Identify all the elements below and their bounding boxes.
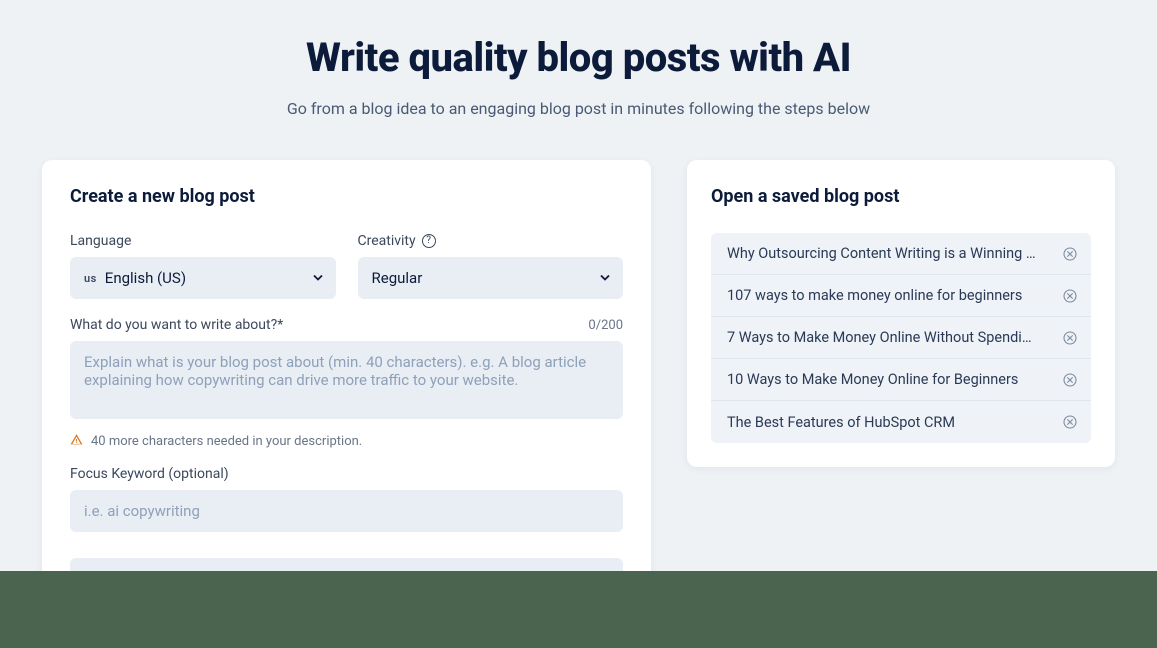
saved-item[interactable]: 7 Ways to Make Money Online Without Spen…	[711, 317, 1091, 359]
saved-item[interactable]: The Best Features of HubSpot CRM	[711, 401, 1091, 443]
char-count: 0/200	[588, 318, 623, 333]
flag-icon: us	[84, 272, 97, 285]
saved-item-title: Why Outsourcing Content Writing is a Win…	[727, 245, 1037, 262]
saved-item-title: The Best Features of HubSpot CRM	[727, 414, 955, 431]
saved-item-title: 10 Ways to Make Money Online for Beginne…	[727, 371, 1018, 388]
topic-textarea[interactable]	[70, 341, 623, 419]
create-card-title: Create a new blog post	[70, 186, 623, 207]
saved-list: Why Outsourcing Content Writing is a Win…	[711, 233, 1091, 443]
warning-icon	[70, 433, 83, 450]
help-icon[interactable]: ?	[422, 234, 436, 248]
language-value: English (US)	[105, 269, 186, 287]
saved-card-title: Open a saved blog post	[711, 186, 1091, 207]
saved-posts-card: Open a saved blog post Why Outsourcing C…	[687, 160, 1115, 467]
footer-bar	[0, 571, 1157, 648]
language-label: Language	[70, 233, 336, 249]
delete-icon[interactable]	[1061, 287, 1079, 305]
language-select[interactable]: us English (US)	[70, 257, 336, 299]
saved-item-title: 107 ways to make money online for beginn…	[727, 287, 1022, 304]
saved-item[interactable]: Why Outsourcing Content Writing is a Win…	[711, 233, 1091, 275]
keyword-label: Focus Keyword (optional)	[70, 466, 623, 482]
delete-icon[interactable]	[1061, 413, 1079, 431]
creativity-value: Regular	[372, 269, 423, 287]
delete-icon[interactable]	[1061, 329, 1079, 347]
saved-item[interactable]: 10 Ways to Make Money Online for Beginne…	[711, 359, 1091, 401]
creativity-select[interactable]: Regular	[358, 257, 624, 299]
saved-item[interactable]: 107 ways to make money online for beginn…	[711, 275, 1091, 317]
delete-icon[interactable]	[1061, 371, 1079, 389]
delete-icon[interactable]	[1061, 245, 1079, 263]
keyword-input[interactable]	[70, 490, 623, 532]
page-subtitle: Go from a blog idea to an engaging blog …	[0, 99, 1157, 118]
topic-label: What do you want to write about?*	[70, 317, 283, 333]
saved-item-title: 7 Ways to Make Money Online Without Spen…	[727, 329, 1037, 346]
hint-text: 40 more characters needed in your descri…	[91, 434, 362, 449]
create-post-card: Create a new blog post Language us Engli…	[42, 160, 651, 634]
creativity-label: Creativity ?	[358, 233, 624, 249]
page-title: Write quality blog posts with AI	[0, 34, 1157, 81]
